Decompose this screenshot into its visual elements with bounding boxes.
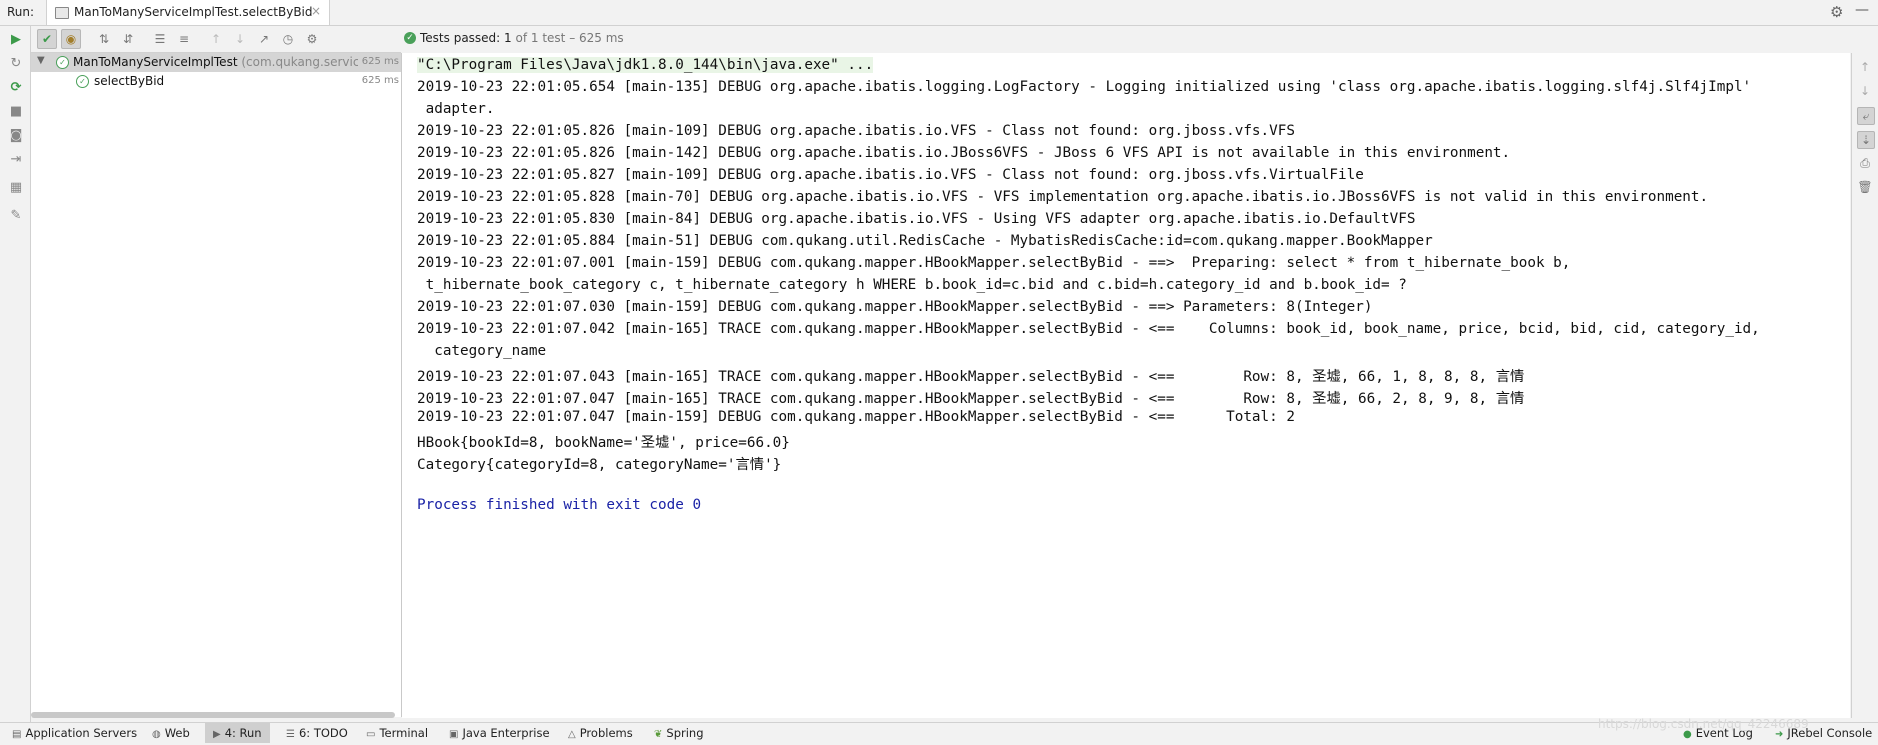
pin-icon[interactable]: ✎ <box>8 208 24 224</box>
test-method-duration: 625 ms <box>361 75 399 86</box>
console-line: HBook{bookId=8, bookName='圣墟', price=66.… <box>417 435 790 451</box>
test-method-name: selectByBid <box>94 74 165 88</box>
run-actions-strip: ▶ ↻ ⟳ ■ ◙ ⇥ ▦ ✎ <box>0 26 31 724</box>
test-passed-icon: ✓ <box>76 75 89 88</box>
console-line: 2019-10-23 22:01:07.047 [main-165] TRACE… <box>417 391 1525 407</box>
scroll-to-end-icon[interactable]: ⇣ <box>1857 131 1875 149</box>
print-icon[interactable]: ⎙ <box>1857 155 1873 171</box>
rerun-failed-icon[interactable]: ↻ <box>8 56 24 72</box>
collapse-arrow-icon[interactable]: ▼ <box>37 55 45 66</box>
console-line: 2019-10-23 22:01:07.043 [main-165] TRACE… <box>417 369 1525 385</box>
console-line: Category{categoryId=8, categoryName='言情'… <box>417 457 782 473</box>
tool-window-run[interactable]: ▶ 4: Run <box>205 723 270 743</box>
jrebel-run-icon[interactable]: ⟳ <box>8 80 24 96</box>
run-config-tab-title: ManToManyServiceImplTest.selectByBid <box>74 5 313 19</box>
terminal-icon: ▭ <box>366 729 376 740</box>
rerun-icon[interactable]: ▶ <box>8 32 24 48</box>
console-line: t_hibernate_book_category c, t_hibernate… <box>417 277 1407 293</box>
soft-wrap-icon[interactable]: ⤶ <box>1857 107 1875 125</box>
tree-horizontal-scrollbar[interactable] <box>31 712 395 718</box>
next-test-icon[interactable]: ↓ <box>231 30 249 48</box>
tool-window-spring[interactable]: ❦ Spring <box>654 726 704 740</box>
console-line: 2019-10-23 22:01:07.047 [main-159] DEBUG… <box>417 409 1295 425</box>
tool-window-java-enterprise[interactable]: ▣ Java Enterprise <box>449 726 550 740</box>
settings-gear-icon[interactable]: ⚙ <box>1830 3 1843 21</box>
exit-icon[interactable]: ⇥ <box>8 152 24 168</box>
test-class-package: (com.qukang.service <box>241 55 367 69</box>
console-line: "C:\Program Files\Java\jdk1.8.0_144\bin\… <box>417 57 874 73</box>
console-line: 2019-10-23 22:01:05.828 [main-70] DEBUG … <box>417 189 1709 205</box>
run-label: Run: <box>7 5 35 19</box>
run-config-tab[interactable]: ManToManyServiceImplTest.selectByBid × <box>46 0 330 25</box>
test-class-duration: 625 ms <box>357 56 399 67</box>
camera-icon[interactable]: ◙ <box>8 128 24 144</box>
tool-window-problems[interactable]: △ Problems <box>568 726 633 740</box>
close-tab-icon[interactable]: × <box>311 4 321 18</box>
down-arrow-icon[interactable]: ↓ <box>1857 83 1873 99</box>
console-line: 2019-10-23 22:01:05.826 [main-109] DEBUG… <box>417 123 1295 139</box>
tool-window-todo[interactable]: ☰ 6: TODO <box>286 726 348 740</box>
console-line-process-finished: Process finished with exit code 0 <box>417 497 702 513</box>
tests-status: ✓ Tests passed: 1 of 1 test – 625 ms <box>404 26 1834 52</box>
console-line: 2019-10-23 22:01:05.654 [main-135] DEBUG… <box>417 79 1752 95</box>
history-icon[interactable]: ◷ <box>279 30 297 48</box>
console-output[interactable]: "C:\Program Files\Java\jdk1.8.0_144\bin\… <box>402 53 1850 718</box>
console-line: 2019-10-23 22:01:05.827 [main-109] DEBUG… <box>417 167 1364 183</box>
test-settings-gear-icon[interactable]: ⚙ <box>303 30 321 48</box>
stop-icon[interactable]: ■ <box>8 104 24 120</box>
test-config-icon <box>55 7 69 19</box>
layout-icon[interactable]: ▦ <box>8 180 24 196</box>
console-line: 2019-10-23 22:01:05.830 [main-84] DEBUG … <box>417 211 1416 227</box>
console-actions-strip: ↑ ↓ ⤶ ⇣ ⎙ 🗑 <box>1851 53 1878 718</box>
java-enterprise-icon: ▣ <box>449 729 459 740</box>
minimize-icon[interactable]: — <box>1855 2 1869 18</box>
sort-alphabetically-icon[interactable]: ⇅ <box>95 30 113 48</box>
web-icon: ◍ <box>152 729 161 740</box>
application-servers-icon: ▤ <box>12 729 22 740</box>
todo-icon: ☰ <box>286 729 295 740</box>
tool-window-web[interactable]: ◍ Web <box>152 726 190 740</box>
test-tree-toolbar: ✔ ◉ ⇅ ⇵ ☰ ≡ ↑ ↓ ↗ ◷ ⚙ <box>31 26 401 53</box>
tree-row-test-method[interactable]: ✓ selectByBid 625 ms <box>31 72 401 91</box>
previous-test-icon[interactable]: ↑ <box>207 30 225 48</box>
spring-icon: ❦ <box>654 729 663 740</box>
tool-window-bar: ▤ Application Servers ◍ Web ▶ 4: Run ☰ 6: TO… <box>0 722 1878 743</box>
console-line: adapter. <box>417 101 495 117</box>
show-passed-icon[interactable]: ✔ <box>37 29 57 49</box>
up-arrow-icon[interactable]: ↑ <box>1857 59 1873 75</box>
tests-passed-text: Tests passed: 1 <box>420 31 512 45</box>
collapse-all-icon[interactable]: ≡ <box>175 30 193 48</box>
run-icon: ▶ <box>213 729 221 740</box>
show-ignored-icon[interactable]: ◉ <box>61 29 81 49</box>
test-passed-icon: ✓ <box>56 56 69 69</box>
expand-all-icon[interactable]: ☰ <box>151 30 169 48</box>
problems-icon: △ <box>568 729 576 740</box>
run-toolwindow-header: Run: ManToManyServiceImplTest.selectByBi… <box>0 0 1878 26</box>
clear-all-icon[interactable]: 🗑 <box>1857 179 1873 195</box>
export-results-icon[interactable]: ↗ <box>255 30 273 48</box>
console-line: 2019-10-23 22:01:05.826 [main-142] DEBUG… <box>417 145 1511 161</box>
test-class-name: ManToManyServiceImplTest <box>73 55 238 69</box>
tree-row-test-class[interactable]: ▼ ✓ ManToManyServiceImplTest (com.qukang… <box>31 53 401 72</box>
console-line: 2019-10-23 22:01:05.884 [main-51] DEBUG … <box>417 233 1433 249</box>
sort-by-duration-icon[interactable]: ⇵ <box>119 30 137 48</box>
console-line: 2019-10-23 22:01:07.030 [main-159] DEBUG… <box>417 299 1373 315</box>
tool-window-terminal[interactable]: ▭ Terminal <box>366 726 428 740</box>
console-line: category_name <box>417 343 547 359</box>
test-tree: ▼ ✓ ManToManyServiceImplTest (com.qukang… <box>31 53 402 717</box>
tests-passed-icon: ✓ <box>404 32 416 44</box>
watermark-text: https://blog.csdn.net/qq_42246689 <box>1598 717 1809 731</box>
console-line: 2019-10-23 22:01:07.001 [main-159] DEBUG… <box>417 255 1571 271</box>
console-line: 2019-10-23 22:01:07.042 [main-165] TRACE… <box>417 321 1760 337</box>
tests-detail-text: of 1 test – 625 ms <box>515 31 624 45</box>
tool-window-application-servers[interactable]: ▤ Application Servers <box>12 726 137 740</box>
